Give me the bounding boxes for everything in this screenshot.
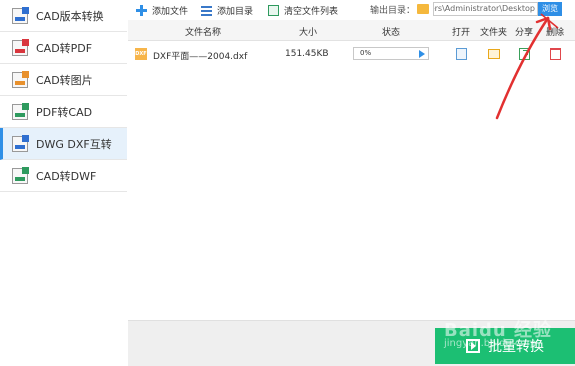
browse-button[interactable]: 浏览: [538, 2, 562, 16]
sidebar-item-dwg-dxf[interactable]: DWG DXF互转: [0, 128, 127, 160]
sidebar-item-label: PDF转CAD: [36, 105, 93, 119]
cad-to-dwf-icon: [12, 166, 29, 184]
pdf-to-cad-icon: [12, 102, 29, 120]
column-header-open: 打开: [452, 28, 471, 38]
table-row[interactable]: DXF DXF平面——2004.dxf 151.45KB 0%: [128, 41, 575, 68]
play-icon[interactable]: [419, 50, 425, 58]
sidebar-item-label: CAD版本转换: [36, 9, 104, 23]
sidebar-item-pdf-to-cad[interactable]: PDF转CAD: [0, 96, 127, 128]
cad-to-pdf-icon: [12, 38, 29, 56]
toolbar: 添加文件 添加目录 清空文件列表 输出目录： ers\Administrator…: [128, 0, 575, 20]
list-icon: [201, 4, 212, 16]
plus-icon: [136, 4, 147, 16]
batch-convert-button[interactable]: 批量转换: [435, 328, 575, 364]
column-header-name: 文件名称: [185, 28, 222, 38]
progress-bar: 0%: [353, 47, 429, 60]
sidebar-item-label: CAD转图片: [36, 73, 93, 87]
file-name: DXF平面——2004.dxf: [153, 52, 248, 62]
sidebar: CAD版本转换 CAD转PDF CAD转图片 PDF转CAD DWG DXF互转…: [0, 0, 129, 366]
table-header: 文件名称 大小 状态 打开 文件夹 分享 删除: [128, 20, 575, 41]
convert-play-icon: [466, 339, 480, 353]
output-dir-label: 输出目录：: [370, 6, 416, 16]
dwg-dxf-icon: [12, 134, 29, 152]
sidebar-item-label: CAD转PDF: [36, 41, 93, 55]
open-file-icon[interactable]: [456, 48, 467, 60]
add-file-label: 添加文件: [152, 6, 189, 17]
column-header-size: 大小: [299, 28, 318, 38]
add-folder-button[interactable]: 添加目录: [201, 3, 253, 17]
sidebar-item-cad-version[interactable]: CAD版本转换: [0, 0, 127, 32]
sidebar-item-cad-to-dwf[interactable]: CAD转DWF: [0, 160, 127, 192]
file-size: 151.45KB: [285, 49, 329, 59]
column-header-folder: 文件夹: [480, 28, 508, 38]
clear-list-label: 清空文件列表: [284, 6, 339, 17]
batch-convert-label: 批量转换: [488, 339, 544, 355]
progress-text: 0%: [360, 49, 372, 57]
cad-to-image-icon: [12, 70, 29, 88]
clear-list-button[interactable]: 清空文件列表: [268, 3, 338, 17]
sidebar-item-cad-to-pdf[interactable]: CAD转PDF: [0, 32, 127, 64]
output-path-field[interactable]: ers\Administrator\Desktop: [433, 2, 538, 16]
sidebar-item-label: DWG DXF互转: [36, 137, 112, 151]
dxf-file-icon: DXF: [135, 48, 147, 60]
add-file-button[interactable]: 添加文件: [136, 3, 188, 17]
file-list-area: [128, 68, 575, 320]
open-folder-icon[interactable]: [488, 49, 500, 59]
bottom-bar: 批量转换: [128, 320, 575, 366]
cad-version-icon: [12, 6, 29, 24]
folder-icon: [417, 4, 429, 14]
clear-list-icon: [268, 4, 279, 16]
column-header-delete: 删除: [546, 28, 565, 38]
sidebar-item-label: CAD转DWF: [36, 169, 97, 183]
sidebar-item-cad-to-image[interactable]: CAD转图片: [0, 64, 127, 96]
add-folder-label: 添加目录: [217, 6, 254, 17]
delete-icon[interactable]: [550, 48, 561, 60]
column-header-status: 状态: [382, 28, 401, 38]
column-header-share: 分享: [515, 28, 534, 38]
share-icon[interactable]: [519, 48, 530, 60]
